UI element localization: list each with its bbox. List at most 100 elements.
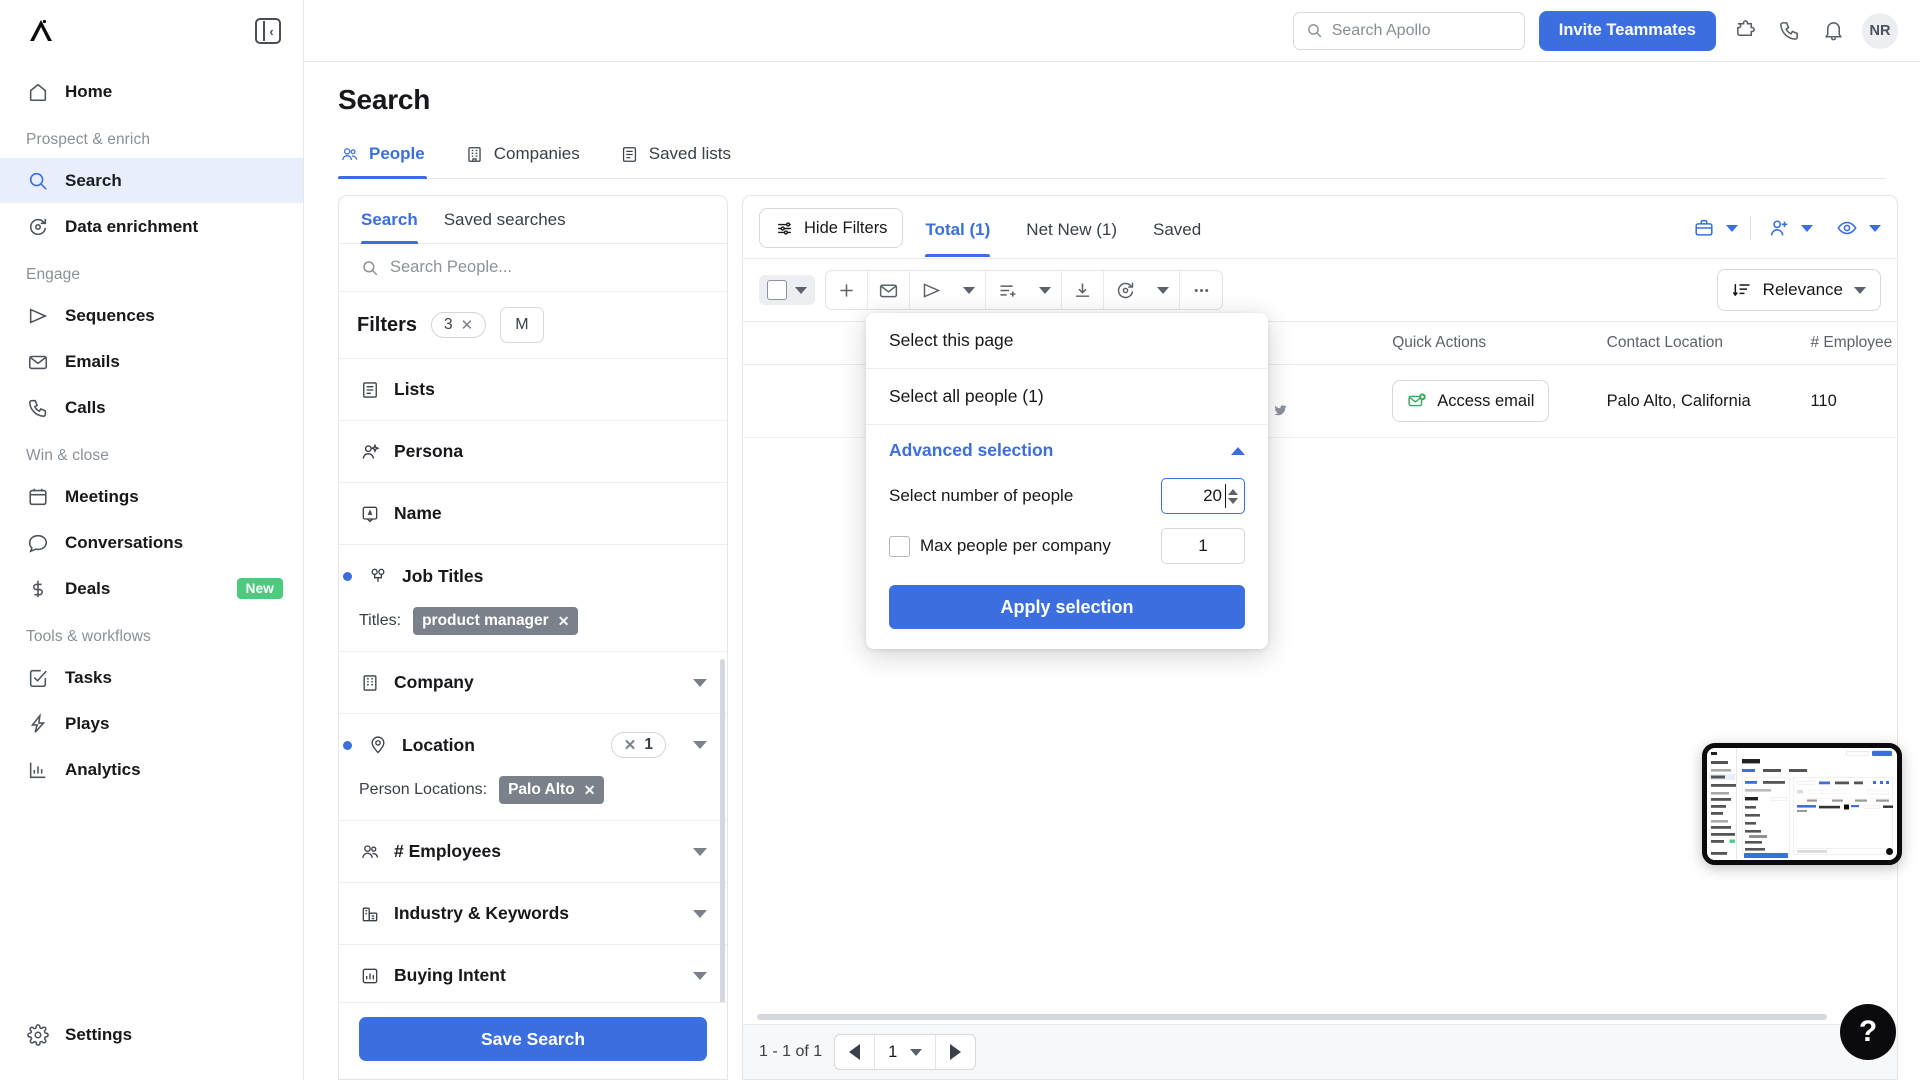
tab-search[interactable]: Search <box>361 210 418 244</box>
chevron-down-icon[interactable] <box>1869 224 1881 232</box>
filter-row-name[interactable]: Name <box>339 483 727 545</box>
sidebar-item-conversations[interactable]: Conversations <box>0 520 303 565</box>
chevron-down-icon[interactable] <box>1854 286 1866 294</box>
more-filters-button[interactable]: M <box>500 307 544 343</box>
tab-total[interactable]: Total (1) <box>911 211 1004 257</box>
filter-row-buying-intent[interactable]: Buying Intent <box>339 945 727 1002</box>
filter-chip[interactable]: Palo Alto ✕ <box>499 776 605 804</box>
chevron-down-icon[interactable] <box>952 271 986 309</box>
sidebar-item-search[interactable]: Search <box>0 158 303 203</box>
tab-saved-searches[interactable]: Saved searches <box>444 210 566 243</box>
invite-teammates-button[interactable]: Invite Teammates <box>1538 10 1716 51</box>
tab-people[interactable]: People <box>338 138 427 179</box>
apollo-logo-icon[interactable] <box>26 16 56 46</box>
briefcase-icon[interactable] <box>1688 212 1720 244</box>
search-input[interactable]: Search Apollo <box>1292 11 1525 50</box>
sidebar-item-home[interactable]: Home <box>0 69 303 114</box>
sidebar-item-emails[interactable]: Emails <box>0 339 303 384</box>
chevron-down-icon[interactable] <box>910 1048 923 1056</box>
tab-net-new[interactable]: Net New (1) <box>1012 211 1131 256</box>
more-icon[interactable] <box>1180 271 1222 309</box>
select-number-input[interactable]: 20 <box>1161 478 1245 514</box>
save-search-button[interactable]: Save Search <box>359 1017 707 1061</box>
filter-panel-scrollbar[interactable] <box>720 659 725 1002</box>
quantity-stepper[interactable] <box>1228 488 1238 504</box>
sidebar-item-settings[interactable]: Settings <box>0 1012 303 1057</box>
filter-search-input[interactable]: Search People... <box>339 244 727 292</box>
chevron-down-icon[interactable] <box>693 971 707 980</box>
select-all-dropdown[interactable] <box>759 275 815 305</box>
refresh-icon[interactable] <box>1104 271 1146 309</box>
avatar[interactable]: NR <box>1862 12 1898 49</box>
phone-icon <box>26 396 50 420</box>
chevron-up-icon[interactable] <box>1231 446 1245 455</box>
chevron-down-icon[interactable] <box>795 286 807 294</box>
close-icon[interactable]: ✕ <box>558 613 570 630</box>
chevron-down-icon[interactable] <box>1146 271 1180 309</box>
access-email-button[interactable]: Access email <box>1392 380 1550 422</box>
bell-icon[interactable] <box>1818 16 1848 46</box>
page-select[interactable]: 1 <box>875 1035 935 1069</box>
close-icon[interactable]: ✕ <box>461 316 474 334</box>
chevron-down-icon[interactable] <box>1028 271 1062 309</box>
filter-row-job-titles[interactable]: Job Titles <box>339 545 727 607</box>
tab-companies[interactable]: Companies <box>463 138 582 178</box>
select-all-people-option[interactable]: Select all people (1) <box>866 369 1268 425</box>
clear-filters-pill[interactable]: 3 ✕ <box>431 312 487 338</box>
horizontal-scrollbar[interactable] <box>757 1014 1827 1020</box>
tab-saved[interactable]: Saved <box>1139 211 1215 256</box>
sidebar-item-sequences[interactable]: Sequences <box>0 293 303 338</box>
twitter-icon[interactable] <box>1273 403 1288 423</box>
chevron-down-icon[interactable] <box>693 909 707 918</box>
filter-row-lists[interactable]: Lists <box>339 359 727 421</box>
filter-row-company[interactable]: Company <box>339 652 727 714</box>
sidebar-item-calls[interactable]: Calls <box>0 385 303 430</box>
next-page-icon[interactable] <box>935 1035 975 1069</box>
tab-saved-lists[interactable]: Saved lists <box>618 138 733 178</box>
plus-icon[interactable] <box>826 271 868 309</box>
filter-row-industry-keywords[interactable]: Industry & Keywords <box>339 883 727 945</box>
max-per-company-checkbox[interactable] <box>889 535 910 557</box>
chevron-down-icon[interactable] <box>1801 224 1813 232</box>
chevron-down-icon[interactable] <box>693 741 707 749</box>
collapse-sidebar-icon[interactable]: ‹ <box>255 18 281 44</box>
sidebar-item-deals[interactable]: Deals New <box>0 566 303 611</box>
phone-icon[interactable] <box>1774 16 1804 46</box>
chevron-down-icon[interactable] <box>1726 224 1738 232</box>
screen-share-thumbnail[interactable] <box>1702 743 1902 865</box>
chevron-down-icon[interactable] <box>693 678 707 687</box>
filter-row-persona[interactable]: Persona <box>339 421 727 483</box>
close-icon[interactable]: ✕ <box>624 736 637 754</box>
sidebar-item-meetings[interactable]: Meetings <box>0 474 303 519</box>
sidebar-item-data-enrichment[interactable]: Data enrichment <box>0 204 303 249</box>
sequence-add-icon[interactable] <box>986 271 1028 309</box>
sidebar-item-tasks[interactable]: Tasks <box>0 655 303 700</box>
chevron-down-icon[interactable] <box>693 847 707 856</box>
filter-row-employees[interactable]: # Employees <box>339 821 727 883</box>
sidebar-item-analytics[interactable]: Analytics <box>0 747 303 792</box>
hide-filters-button[interactable]: Hide Filters <box>759 208 904 248</box>
send-icon[interactable] <box>910 271 952 309</box>
sort-relevance-button[interactable]: Relevance <box>1716 269 1881 311</box>
tab-label: People <box>369 144 425 163</box>
close-icon[interactable]: ✕ <box>584 782 596 799</box>
advanced-selection-toggle[interactable]: Advanced selection <box>866 425 1268 471</box>
filter-row-location[interactable]: Location ✕ 1 <box>339 714 727 776</box>
sidebar-group-label: Prospect & enrich <box>26 131 151 148</box>
select-this-page-option[interactable]: Select this page <box>866 313 1268 369</box>
prev-page-icon[interactable] <box>835 1035 876 1069</box>
max-per-company-input[interactable]: 1 <box>1161 528 1245 564</box>
add-person-icon[interactable] <box>1763 212 1795 244</box>
puzzle-icon[interactable] <box>1730 16 1760 46</box>
filter-chip[interactable]: product manager ✕ <box>413 607 579 635</box>
row-checkbox-cell[interactable] <box>743 364 791 438</box>
clear-location-pill[interactable]: ✕ 1 <box>610 732 666 758</box>
select-all-checkbox[interactable] <box>767 280 787 300</box>
sidebar-item-plays[interactable]: Plays <box>0 701 303 746</box>
people-icon <box>342 147 358 160</box>
apply-selection-button[interactable]: Apply selection <box>889 585 1245 629</box>
eye-icon[interactable] <box>1831 212 1863 244</box>
mail-icon[interactable] <box>868 271 910 309</box>
help-button[interactable]: ? <box>1840 1004 1896 1060</box>
download-icon[interactable] <box>1062 271 1104 309</box>
